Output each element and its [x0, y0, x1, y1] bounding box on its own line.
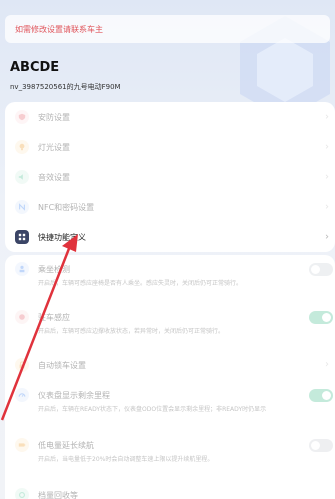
- setting-label: 乘坐检测: [38, 264, 70, 274]
- chevron-right-icon: ›: [325, 171, 329, 183]
- settings-menu-card: 安防设置 › 灯光设置 › 音效设置 › NFC和密码设置 › 快捷功能定义 ›: [5, 102, 335, 252]
- setting-low-battery-range: 低电量延长续航 开启后，当电量低于20%时会自动调整车速上限以提升续航里程。: [5, 431, 335, 481]
- permission-notice: 如需修改设置请联系车主: [5, 15, 330, 43]
- menu-item-sound[interactable]: 音效设置 ›: [5, 162, 335, 192]
- recycle-icon: [15, 488, 29, 499]
- menu-item-label: 安防设置: [38, 112, 70, 122]
- low-battery-range-toggle[interactable]: [309, 439, 333, 452]
- nfc-icon: [15, 200, 29, 214]
- feature-settings-card: 乘坐检测 开启后，车辆可感应座椅是否有人乘坐。感应失灵时，关闭后仍可正常骑行。 …: [5, 255, 335, 499]
- setting-label: 自动锁车设置: [38, 360, 86, 370]
- chevron-right-icon: ›: [325, 141, 329, 153]
- shield-icon: [15, 110, 29, 124]
- setting-seat-detection: 乘坐检测 开启后，车辆可感应座椅是否有人乘坐。感应失灵时，关闭后仍可正常骑行。: [5, 255, 335, 303]
- setting-auto-lock[interactable]: 自动锁车设置 ›: [5, 351, 335, 381]
- lock-icon: [15, 358, 29, 372]
- chevron-right-icon: ›: [325, 231, 329, 243]
- setting-dashboard-range: 仪表盘显示剩余里程 开启后，车辆在READY状态下，仪表盘ODO位置会显示剩余里…: [5, 381, 335, 431]
- seat-detection-toggle[interactable]: [309, 263, 333, 276]
- parking-sensor-toggle[interactable]: [309, 311, 333, 324]
- vehicle-name: ABCDE: [10, 60, 60, 75]
- notice-text: 如需修改设置请联系车主: [15, 24, 103, 34]
- menu-item-lighting[interactable]: 灯光设置 ›: [5, 132, 335, 162]
- setting-description: 开启后，车辆可感应座椅是否有人乘坐。感应失灵时，关闭后仍可正常骑行。: [38, 280, 243, 287]
- menu-item-quick-function[interactable]: 快捷功能定义 ›: [5, 222, 335, 252]
- setting-parking-sensor: 驻车感应 开启后，车辆可感应边撑收放状态，若异常时，关闭后仍可正常骑行。: [5, 303, 335, 351]
- chevron-right-icon: ›: [325, 201, 329, 213]
- grid-icon: [15, 230, 29, 244]
- setting-energy-recovery[interactable]: 档量回收等: [5, 481, 335, 499]
- menu-item-label: 灯光设置: [38, 142, 70, 152]
- menu-item-label: 音效设置: [38, 172, 70, 182]
- setting-label: 低电量延长续航: [38, 440, 94, 450]
- chevron-right-icon: ›: [325, 359, 329, 370]
- speaker-icon: [15, 170, 29, 184]
- menu-item-security[interactable]: 安防设置 ›: [5, 102, 335, 132]
- setting-description: 开启后，车辆在READY状态下，仪表盘ODO位置会显示剩余里程；非READY时仍…: [38, 406, 267, 413]
- gauge-icon: [15, 388, 29, 402]
- setting-label: 驻车感应: [38, 312, 70, 322]
- vehicle-id: nv_3987520561的九号电动F90M: [10, 83, 121, 91]
- dashboard-range-toggle[interactable]: [309, 389, 333, 402]
- park-icon: [15, 310, 29, 324]
- chevron-right-icon: ›: [325, 111, 329, 123]
- seat-icon: [15, 262, 29, 276]
- setting-description: 开启后，当电量低于20%时会自动调整车速上限以提升续航里程。: [38, 456, 214, 463]
- setting-label: 仪表盘显示剩余里程: [38, 390, 110, 400]
- menu-item-nfc-password[interactable]: NFC和密码设置 ›: [5, 192, 335, 222]
- bulb-icon: [15, 140, 29, 154]
- menu-item-label: NFC和密码设置: [38, 202, 95, 212]
- setting-description: 开启后，车辆可感应边撑收放状态，若异常时，关闭后仍可正常骑行。: [38, 328, 225, 335]
- setting-label: 档量回收等: [38, 490, 78, 499]
- menu-item-label: 快捷功能定义: [38, 232, 86, 242]
- battery-icon: [15, 438, 29, 452]
